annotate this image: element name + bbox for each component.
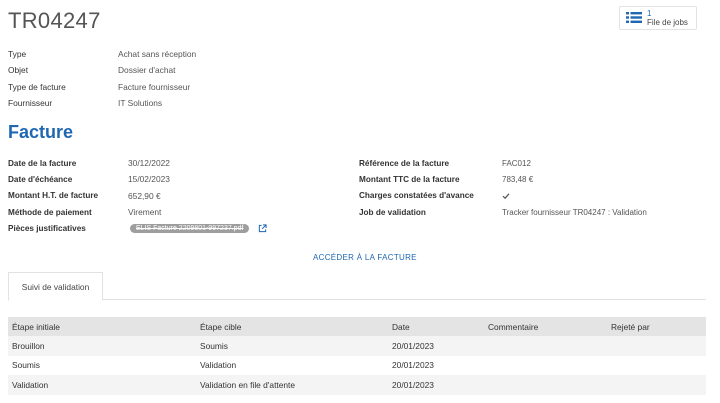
field-label: Job de validation bbox=[359, 207, 426, 217]
field-due-date: Date d'échéance 15/02/2023 bbox=[8, 171, 267, 187]
field-amount-ht: Montant H.T. de facture 652,90 € bbox=[8, 188, 267, 204]
field-prepaid-charges: Charges constatées d'avance bbox=[359, 188, 647, 204]
table-cell: 20/01/2023 bbox=[392, 379, 434, 390]
field-label: Type bbox=[8, 49, 27, 60]
external-link-icon[interactable] bbox=[258, 224, 268, 233]
supplier-link[interactable]: IT Solutions bbox=[118, 98, 162, 108]
field-value: FAC012 bbox=[502, 158, 531, 168]
field-value: Achat sans réception bbox=[118, 49, 197, 60]
invoice-fields-left: Date de la facture 30/12/2022 Date d'éch… bbox=[8, 155, 268, 236]
field-payment-method: Méthode de paiement Virement bbox=[8, 204, 267, 220]
tab-validation-tracking[interactable]: Suivi de validation bbox=[8, 272, 103, 301]
field-label: Montant TTC de la facture bbox=[359, 174, 460, 184]
payment-method-link[interactable]: Virement bbox=[128, 207, 161, 217]
invoice-fields-right: Référence de la facture FAC012 Montant T… bbox=[359, 155, 647, 220]
field-objet: Objet Dossier d'achat bbox=[8, 62, 196, 78]
table-row[interactable]: Validation Validation en file d'attente … bbox=[8, 375, 706, 395]
table-row[interactable]: Soumis Validation 20/01/2023 bbox=[8, 356, 706, 376]
jobs-label: File de jobs bbox=[647, 18, 688, 27]
table-cell: Validation bbox=[12, 379, 49, 390]
access-invoice-link[interactable]: ACCÉDER À LA FACTURE bbox=[313, 253, 417, 262]
field-value: 30/12/2022 bbox=[128, 158, 170, 169]
field-invoice-ref: Référence de la facture FAC012 bbox=[359, 155, 647, 171]
column-header[interactable]: Étape cible bbox=[200, 322, 392, 332]
field-invoice-date: Date de la facture 30/12/2022 bbox=[8, 155, 267, 171]
field-type: Type Achat sans réception bbox=[8, 46, 196, 62]
check-icon bbox=[502, 193, 510, 199]
validation-table: Étape initiale Étape cible Date Commenta… bbox=[8, 317, 706, 395]
table-row[interactable]: Brouillon Soumis 20/01/2023 bbox=[8, 336, 706, 356]
field-label: Date d'échéance bbox=[8, 174, 73, 184]
table-cell: Soumis bbox=[12, 360, 40, 371]
field-label: Pièces justificatives bbox=[8, 223, 86, 233]
field-value: 15/02/2023 bbox=[128, 174, 170, 185]
column-header[interactable]: Date bbox=[392, 322, 488, 332]
invoice-section-title: Facture bbox=[8, 122, 74, 142]
list-icon bbox=[626, 12, 642, 23]
field-label: Fournisseur bbox=[8, 98, 53, 109]
summary-fields: Type Achat sans réception Objet Dossier … bbox=[8, 46, 196, 111]
field-invoice-type: Type de facture Facture fournisseur bbox=[8, 79, 196, 95]
jobs-count: 1 bbox=[647, 9, 652, 18]
attachment-chip[interactable]: ELIS Facture 2209801-997237.pdf bbox=[130, 223, 250, 233]
column-header[interactable]: Rejeté par bbox=[611, 322, 706, 332]
field-supplier: Fournisseur IT Solutions bbox=[8, 95, 196, 111]
field-label: Charges constatées d'avance bbox=[359, 191, 474, 201]
field-value: Dossier d'achat bbox=[118, 65, 176, 76]
field-value: 783,48 € bbox=[502, 174, 534, 184]
table-header: Étape initiale Étape cible Date Commenta… bbox=[8, 317, 706, 336]
table-cell: Validation en file d'attente bbox=[200, 379, 296, 390]
field-attachments: Pièces justificatives ELIS Facture 22098… bbox=[8, 220, 268, 236]
tab-bar: Suivi de validation bbox=[8, 272, 706, 301]
field-value: 652,90 € bbox=[128, 190, 161, 201]
field-label: Date de la facture bbox=[8, 158, 77, 168]
field-amount-ttc: Montant TTC de la facture 783,48 € bbox=[359, 171, 647, 187]
table-cell: Brouillon bbox=[12, 340, 45, 351]
job-queue-button[interactable]: 1 File de jobs bbox=[619, 6, 697, 30]
field-label: Référence de la facture bbox=[359, 158, 450, 168]
table-cell: 20/01/2023 bbox=[392, 340, 434, 351]
table-cell: Soumis bbox=[200, 340, 228, 351]
page-title: TR04247 bbox=[8, 8, 101, 33]
field-validation-job: Job de validation Tracker fournisseur TR… bbox=[359, 204, 647, 220]
field-label: Type de facture bbox=[8, 81, 66, 92]
validation-job-link[interactable]: Tracker fournisseur TR04247 : Validation bbox=[502, 208, 647, 217]
field-label: Méthode de paiement bbox=[8, 207, 92, 217]
field-value: Facture fournisseur bbox=[118, 81, 191, 92]
column-header[interactable]: Commentaire bbox=[488, 322, 611, 332]
table-cell: 20/01/2023 bbox=[392, 360, 434, 371]
field-label: Montant H.T. de facture bbox=[8, 191, 99, 201]
field-label: Objet bbox=[8, 65, 29, 76]
column-header[interactable]: Étape initiale bbox=[8, 322, 200, 332]
table-cell: Validation bbox=[200, 360, 237, 371]
